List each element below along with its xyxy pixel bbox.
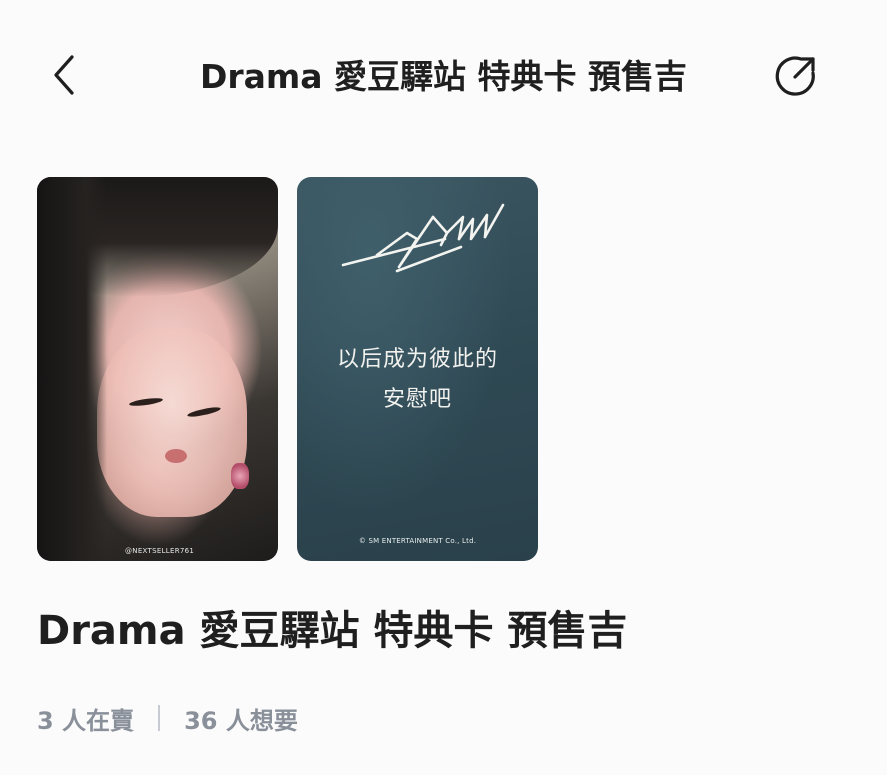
card-gallery: @NEXTSELLER761 以后成为彼此的 安慰吧 © SM ENTERTAI… bbox=[37, 177, 538, 561]
header-title: Drama 愛豆驛站 特典卡 預售吉 bbox=[199, 57, 688, 96]
drama-logo bbox=[341, 203, 505, 273]
card-copyright: © SM ENTERTAINMENT Co., Ltd. bbox=[358, 537, 477, 545]
photo-lips bbox=[165, 449, 187, 463]
poem-line-2: 安慰吧 bbox=[382, 387, 452, 412]
stats-divider bbox=[158, 705, 161, 731]
photo-hair-side bbox=[37, 177, 107, 561]
poem-line-1: 以后成为彼此的 bbox=[336, 347, 498, 372]
photo-caption: @NEXTSELLER761 bbox=[125, 547, 195, 555]
photo-face bbox=[97, 327, 247, 517]
product-page: Drama 愛豆驛站 特典卡 預售吉 @NEXTSELLER761 以后成为彼此… bbox=[0, 0, 887, 775]
photo-earring bbox=[231, 463, 249, 489]
sellers-count[interactable]: 3 人在賣 bbox=[37, 701, 134, 736]
share-button[interactable] bbox=[770, 52, 822, 100]
product-title: Drama 愛豆驛站 特典卡 預售吉 bbox=[37, 608, 628, 654]
card-poem: 以后成为彼此的 安慰吧 bbox=[297, 340, 538, 420]
back-button[interactable] bbox=[40, 50, 90, 100]
share-icon bbox=[775, 56, 815, 96]
top-bar: Drama 愛豆驛站 特典卡 預售吉 bbox=[0, 0, 887, 150]
wants-count[interactable]: 36 人想要 bbox=[184, 701, 298, 736]
chevron-left-icon bbox=[54, 55, 74, 95]
photo-card-back[interactable]: 以后成为彼此的 安慰吧 © SM ENTERTAINMENT Co., Ltd. bbox=[297, 177, 538, 561]
product-stats: 3 人在賣 36 人想要 bbox=[37, 700, 298, 736]
photo-card-front[interactable]: @NEXTSELLER761 bbox=[37, 177, 278, 561]
